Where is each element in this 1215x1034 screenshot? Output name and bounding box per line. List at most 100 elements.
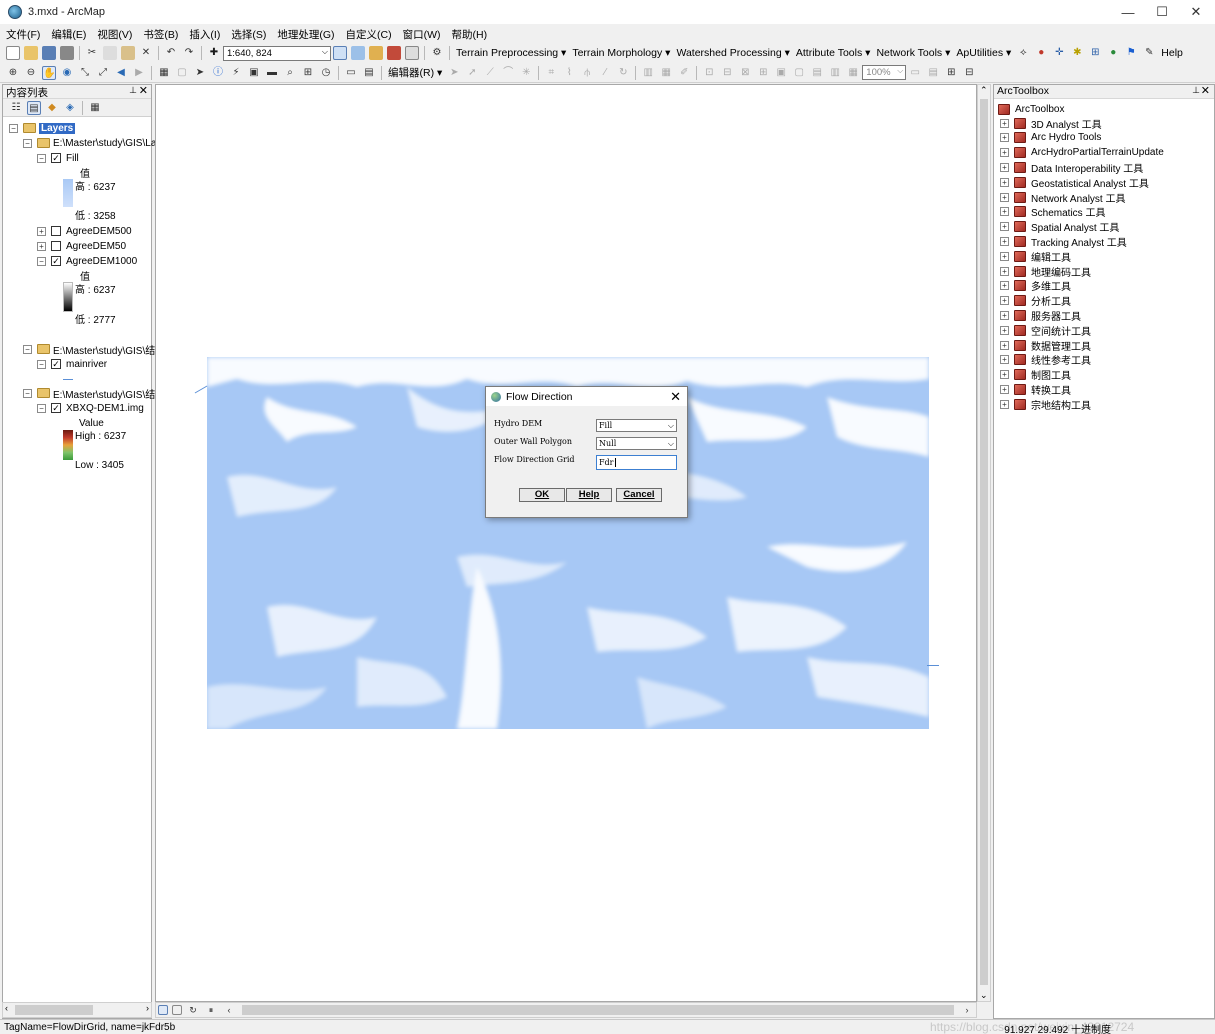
toolbox-item[interactable]: + 地理编码工具 xyxy=(1000,264,1091,279)
toolbox-item[interactable]: + 编辑工具 xyxy=(1000,249,1071,264)
close-icon[interactable]: ✕ xyxy=(1201,84,1210,97)
toolbox-item[interactable]: + Spatial Analyst 工具 xyxy=(1000,220,1119,234)
close-button[interactable]: ✕ xyxy=(1179,0,1213,24)
html-popup-icon[interactable]: ▣ xyxy=(247,66,261,80)
model-builder-icon[interactable]: ⚙ xyxy=(430,46,444,60)
layer-row-agreedem500[interactable]: + AgreeDEM500 xyxy=(37,224,132,238)
layer-row-agreedem50[interactable]: + AgreeDEM50 xyxy=(37,239,126,253)
sketch-properties-icon[interactable]: ▦ xyxy=(659,66,673,80)
scroll-up-icon[interactable]: ⌃ xyxy=(980,85,988,96)
collapse-icon[interactable]: − xyxy=(37,153,46,163)
maximize-button[interactable]: ☐ xyxy=(1145,0,1179,24)
endpoint-arc-icon[interactable]: ⌒ xyxy=(501,66,515,80)
select-features-icon[interactable]: ▦ xyxy=(157,66,171,80)
toolbox-item[interactable]: +3D Analyst 工具 xyxy=(1000,116,1102,131)
group-row-3[interactable]: − E:\Master\study\GIS\结 xyxy=(23,386,155,401)
georef-icon-5[interactable]: ▣ xyxy=(774,66,788,80)
visibility-checkbox[interactable]: ✓ xyxy=(51,256,61,266)
help-button[interactable]: Help xyxy=(566,488,612,502)
close-icon[interactable]: ✕ xyxy=(139,84,148,97)
open-icon[interactable] xyxy=(24,46,38,60)
scroll-thumb[interactable] xyxy=(15,1005,93,1015)
expand-icon[interactable]: + xyxy=(1000,222,1009,232)
visibility-checkbox[interactable]: ✓ xyxy=(51,403,61,413)
menu-geoprocessing[interactable]: 地理处理(G) xyxy=(277,27,334,42)
select-elements-icon[interactable]: ➤ xyxy=(193,66,207,80)
visibility-checkbox[interactable]: ✓ xyxy=(51,153,61,163)
expand-icon[interactable]: + xyxy=(1000,281,1009,291)
layout-tool-3-icon[interactable]: ⊞ xyxy=(944,66,958,80)
georef-icon-2[interactable]: ⊟ xyxy=(720,66,734,80)
new-document-icon[interactable] xyxy=(6,46,20,60)
print-icon[interactable] xyxy=(60,46,74,60)
expand-icon[interactable]: + xyxy=(37,241,46,251)
georef-icon-3[interactable]: ⊠ xyxy=(738,66,752,80)
layer-row-agreedem1000[interactable]: − ✓ AgreeDEM1000 xyxy=(37,254,137,268)
catalog-icon[interactable] xyxy=(369,46,383,60)
menu-insert[interactable]: 插入(I) xyxy=(189,27,220,42)
redo-icon[interactable]: ↷ xyxy=(182,46,196,60)
georef-icon-7[interactable]: ▤ xyxy=(810,66,824,80)
data-view-icon[interactable] xyxy=(158,1005,168,1015)
menu-view[interactable]: 视图(V) xyxy=(97,27,132,42)
toolbox-item[interactable]: + 宗地结构工具 xyxy=(1000,397,1091,412)
python-window-icon[interactable] xyxy=(405,46,419,60)
zoom-in-icon[interactable]: ⊕ xyxy=(6,66,20,80)
scale-combo[interactable]: 1:640, 824 ⌵ xyxy=(223,45,331,61)
toc-horizontal-scrollbar[interactable]: ‹ › xyxy=(2,1002,152,1018)
table-of-contents-icon[interactable] xyxy=(351,46,365,60)
pin-icon[interactable]: ⊥ xyxy=(129,85,137,96)
visibility-checkbox[interactable] xyxy=(51,226,61,236)
network-tools-menu[interactable]: Network Tools ▾ xyxy=(876,47,950,59)
scroll-left-icon[interactable]: ‹ xyxy=(5,1003,8,1013)
pin-icon[interactable]: ⊥ xyxy=(1192,85,1200,96)
expand-icon[interactable]: + xyxy=(1000,118,1009,128)
fixed-zoom-in-icon[interactable]: ⤡ xyxy=(78,66,92,80)
cancel-button[interactable]: Cancel xyxy=(616,488,662,502)
scroll-right-icon[interactable]: › xyxy=(960,1003,974,1017)
layout-tool-2-icon[interactable]: ▤ xyxy=(926,66,940,80)
scroll-thumb[interactable] xyxy=(980,99,988,985)
expand-icon[interactable]: + xyxy=(37,226,46,236)
forward-icon[interactable]: ▶ xyxy=(132,66,146,80)
zoom-combo[interactable]: 100% ⌵ xyxy=(862,65,907,80)
toolbox-item[interactable]: + ArcHydroPartialTerrainUpdate xyxy=(1000,146,1164,160)
cut-icon[interactable]: ✂ xyxy=(85,46,99,60)
straight-segment-icon[interactable]: ⟋ xyxy=(483,66,497,80)
split-icon[interactable]: ⁄ xyxy=(598,66,612,80)
add-data-icon[interactable]: ✚ xyxy=(207,46,221,60)
scroll-thumb[interactable] xyxy=(242,1005,954,1015)
layer-row-mainriver[interactable]: − ✓ mainriver xyxy=(37,357,107,371)
layout-icon[interactable]: ▤ xyxy=(362,66,376,80)
collapse-icon[interactable]: − xyxy=(23,388,32,398)
outer-wall-polygon-select[interactable]: Null ⌵ xyxy=(596,437,677,450)
clear-selection-icon[interactable]: ▢ xyxy=(175,66,189,80)
minimize-button[interactable]: — xyxy=(1111,0,1145,24)
expand-icon[interactable]: + xyxy=(1000,296,1009,306)
list-by-selection-icon[interactable]: ◈ xyxy=(63,101,77,115)
globe-icon[interactable]: ● xyxy=(1106,46,1120,60)
layout-tool-1-icon[interactable]: ▭ xyxy=(908,66,922,80)
visibility-checkbox[interactable] xyxy=(51,241,61,251)
expand-icon[interactable]: + xyxy=(1000,148,1009,158)
pause-drawing-icon[interactable]: ⏸ xyxy=(204,1003,218,1017)
cut-polygons-icon[interactable]: ⫛ xyxy=(580,66,594,80)
time-slider-icon[interactable]: ◷ xyxy=(319,66,333,80)
hyperlink-icon[interactable]: ⚡ xyxy=(229,66,243,80)
expand-icon[interactable]: + xyxy=(1000,310,1009,320)
flow-direction-grid-input[interactable]: Fdr xyxy=(596,455,677,470)
back-icon[interactable]: ◀ xyxy=(114,66,128,80)
layer-row-fill[interactable]: − ✓ Fill xyxy=(37,151,79,165)
menu-help[interactable]: 帮助(H) xyxy=(452,27,488,42)
layers-row[interactable]: − Layers xyxy=(9,121,76,135)
list-by-drawing-order-icon[interactable]: ☷ xyxy=(9,101,23,115)
route-icon[interactable]: ⊞ xyxy=(301,66,315,80)
edit-vertices-icon[interactable]: ⌗ xyxy=(544,66,558,80)
pencil-icon[interactable]: ✎ xyxy=(1142,46,1156,60)
group-row-2[interactable]: − E:\Master\study\GIS\结 xyxy=(23,342,155,357)
arctoolbox-icon[interactable] xyxy=(387,46,401,60)
toolbox-item[interactable]: + 分析工具 xyxy=(1000,294,1071,308)
ok-button[interactable]: OK xyxy=(519,488,565,502)
collapse-icon[interactable]: − xyxy=(9,123,18,133)
watershed-processing-menu[interactable]: Watershed Processing ▾ xyxy=(676,47,789,59)
